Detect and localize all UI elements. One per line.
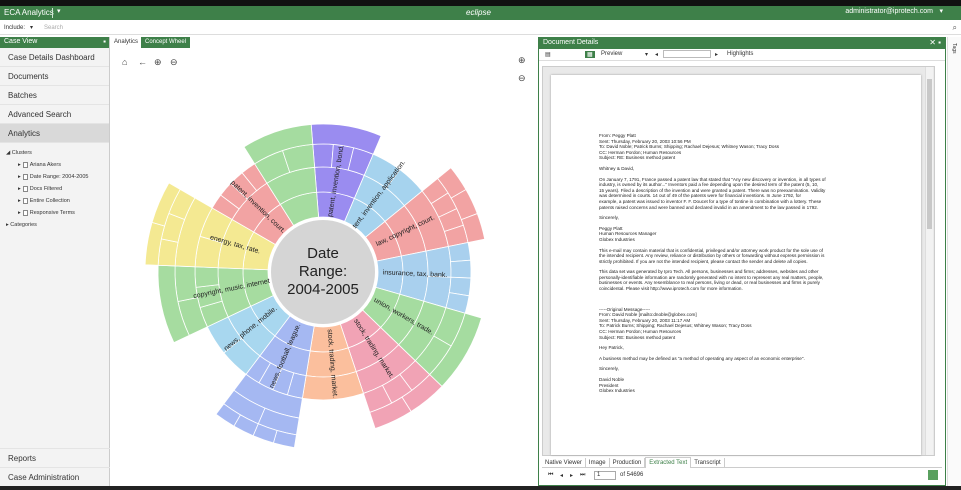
page-total: of 54696 bbox=[620, 472, 644, 478]
sidebar-title: Case View bbox=[4, 38, 38, 45]
tree-node-categories[interactable]: ▸ Categories bbox=[6, 219, 109, 231]
panel-controls-icon[interactable]: ✕ ▪ bbox=[929, 38, 941, 47]
tab-production[interactable]: Production bbox=[610, 458, 646, 468]
bottom-border bbox=[0, 486, 961, 490]
tags-label: Tags bbox=[951, 43, 957, 54]
tree-label: Categories bbox=[10, 222, 37, 228]
document-details-header: Document Details ✕ ▪ bbox=[539, 38, 945, 49]
scrollbar-thumb[interactable] bbox=[927, 79, 932, 229]
prev-page-icon[interactable]: ◂ bbox=[560, 472, 563, 479]
sidebar-bottom: Reports Case Administration bbox=[0, 448, 110, 486]
next-page-icon[interactable]: ▸ bbox=[570, 472, 573, 479]
wheel-segment[interactable] bbox=[312, 143, 334, 168]
tree-node[interactable]: ▸ Ariana Akers bbox=[6, 159, 109, 171]
folder-icon bbox=[22, 209, 28, 216]
user-menu[interactable]: administrator@iprotech.com bbox=[845, 8, 933, 15]
user-menu-chevron-icon[interactable]: ▾ bbox=[939, 7, 943, 15]
sidebar-nav: Case Details Dashboard Documents Batches… bbox=[0, 48, 109, 143]
print-icon[interactable]: ▤ bbox=[545, 51, 551, 58]
next-highlight-icon[interactable]: ▸ bbox=[715, 51, 718, 58]
action-button[interactable] bbox=[928, 470, 938, 480]
last-page-icon[interactable]: ⏭ bbox=[580, 472, 585, 479]
folder-icon bbox=[22, 197, 28, 204]
tree-label: Docs Filtered bbox=[29, 186, 63, 192]
tree-label: Clusters bbox=[11, 150, 32, 156]
sidebar-item-advanced-search[interactable]: Advanced Search bbox=[0, 105, 109, 124]
app-name[interactable]: ECA Analytics bbox=[4, 8, 54, 17]
sidebar-item-analytics[interactable]: Analytics bbox=[0, 124, 109, 143]
include-label: Include: bbox=[4, 25, 26, 31]
highlights-select[interactable]: Highlights bbox=[727, 51, 753, 57]
wheel-center-label: 2004-2005 bbox=[287, 281, 359, 298]
wheel-segment[interactable] bbox=[450, 259, 472, 279]
tree-label: Date Range: 2004-2005 bbox=[29, 174, 89, 180]
document-page: From: Peggy Platt Sent: Thursday, Februar… bbox=[551, 75, 921, 455]
tab-image[interactable]: Image bbox=[586, 458, 610, 468]
tree-node[interactable]: ▸ Responsive Terms bbox=[6, 207, 109, 219]
case-view-sidebar: Case View ▪ Case Details Dashboard Docum… bbox=[0, 37, 110, 486]
document-line: Globex Industries bbox=[599, 388, 635, 394]
first-page-icon[interactable]: ⏮ bbox=[548, 472, 553, 479]
document-details-panel: Document Details ✕ ▪ ▤ ▦ Preview ▾ ◂ ▸ H… bbox=[538, 37, 946, 486]
cluster-tree: ◢ Clusters ▸ Ariana Akers ▸ Date Range: 20… bbox=[0, 143, 109, 231]
highlight-search-input[interactable] bbox=[663, 50, 711, 58]
app-header: ECA Analytics ▾ eclipse administrator@ip… bbox=[0, 6, 961, 20]
wheel-segment[interactable] bbox=[157, 238, 179, 267]
tab-concept-wheel[interactable]: Concept Wheel bbox=[141, 37, 191, 48]
viewer-tabs: Native Viewer Image Production Extracted Te… bbox=[542, 457, 942, 468]
sidebar-header: Case View ▪ bbox=[0, 37, 109, 48]
document-text: From: Peggy Platt Sent: Thursday, Februar… bbox=[599, 133, 889, 394]
tree-node[interactable]: ▸ Docs Filtered bbox=[6, 183, 109, 195]
search-input[interactable]: Search bbox=[44, 25, 63, 31]
tab-native-viewer[interactable]: Native Viewer bbox=[542, 458, 586, 468]
document-details-title: Document Details bbox=[543, 39, 599, 46]
search-icon[interactable]: ⌕ bbox=[953, 23, 957, 33]
brand-logo: eclipse bbox=[466, 8, 491, 17]
tab-transcript[interactable]: Transcript bbox=[691, 458, 725, 468]
sidebar-item-reports[interactable]: Reports bbox=[0, 448, 110, 467]
tree-label: Ariana Akers bbox=[29, 162, 61, 168]
prev-highlight-icon[interactable]: ◂ bbox=[655, 51, 658, 58]
document-pager: ⏮ ◂ ▸ ⏭ 1 of 54696 bbox=[542, 470, 942, 482]
view-mode-icon[interactable]: ▦ bbox=[585, 51, 595, 58]
tab-analytics[interactable]: Analytics bbox=[114, 39, 138, 45]
view-mode-select[interactable]: Preview bbox=[601, 51, 622, 57]
concept-wheel: patent, invention, bond. patent, inventio… bbox=[144, 123, 486, 449]
folder-icon bbox=[22, 173, 28, 180]
collapse-icon[interactable]: ▪ bbox=[103, 37, 106, 46]
page-number-input[interactable]: 1 bbox=[594, 471, 616, 480]
document-scrollbar[interactable] bbox=[925, 67, 933, 455]
wheel-center-label: Date bbox=[307, 245, 339, 262]
include-bar: Include: ▾ Search ⌕ bbox=[0, 22, 961, 35]
sidebar-item-documents[interactable]: Documents bbox=[0, 67, 109, 86]
app-menu-chevron-icon[interactable]: ▾ bbox=[57, 7, 61, 15]
folder-icon bbox=[22, 185, 28, 192]
document-toolbar: ▤ ▦ Preview ▾ ◂ ▸ Highlights bbox=[539, 49, 945, 61]
tree-label: Responsive Terms bbox=[29, 210, 75, 216]
tags-strip[interactable]: Tags bbox=[947, 37, 961, 486]
sidebar-item-case-administration[interactable]: Case Administration bbox=[0, 467, 110, 486]
tree-node-clusters[interactable]: ◢ Clusters bbox=[6, 147, 109, 159]
folder-icon bbox=[22, 161, 28, 168]
view-mode-chevron-icon[interactable]: ▾ bbox=[645, 51, 648, 58]
sidebar-item-batches[interactable]: Batches bbox=[0, 86, 109, 105]
document-viewer[interactable]: From: Peggy Platt Sent: Thursday, Februar… bbox=[542, 66, 935, 456]
wheel-segment[interactable] bbox=[194, 266, 220, 288]
header-divider bbox=[52, 8, 53, 18]
wheel-center-label: Range: bbox=[299, 263, 347, 280]
include-dropdown-chevron-icon[interactable]: ▾ bbox=[30, 24, 33, 31]
tab-extracted-text[interactable]: Extracted Text bbox=[645, 457, 692, 468]
analytics-tabs: Analytics Concept Wheel bbox=[111, 37, 536, 49]
tree-node[interactable]: ▸ Entire Collection bbox=[6, 195, 109, 207]
tree-label: Entire Collection bbox=[29, 198, 70, 204]
tree-node[interactable]: ▸ Date Range: 2004-2005 bbox=[6, 171, 109, 183]
sidebar-item-case-details-dashboard[interactable]: Case Details Dashboard bbox=[0, 48, 109, 67]
analytics-panel: Analytics Concept Wheel ⌂ ← ⊕ ⊖ ⊕ ⊖ pate… bbox=[111, 37, 536, 486]
